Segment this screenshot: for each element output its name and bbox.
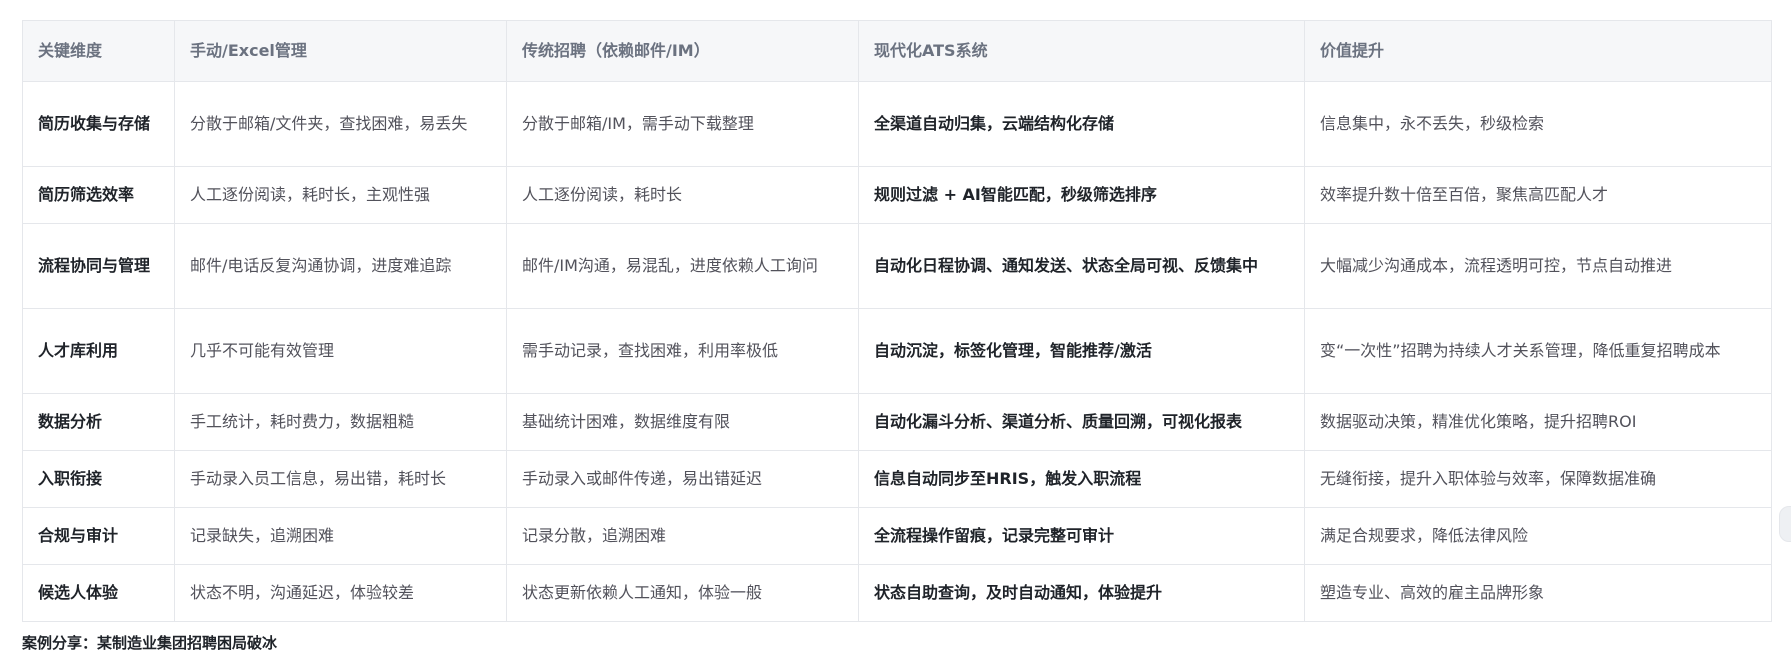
manual-cell: 手动录入员工信息，易出错，耗时长	[174, 450, 507, 508]
comparison-table-container: 关键维度 手动/Excel管理 传统招聘（依赖邮件/IM） 现代化ATS系统 价…	[22, 20, 1772, 622]
comparison-table: 关键维度 手动/Excel管理 传统招聘（依赖邮件/IM） 现代化ATS系统 价…	[22, 20, 1772, 622]
ats-cell: 自动化漏斗分析、渠道分析、质量回溯，可视化报表	[858, 393, 1305, 451]
row-dimension: 人才库利用	[22, 308, 175, 394]
ats-cell: 信息自动同步至HRIS，触发入职流程	[858, 450, 1305, 508]
ats-cell: 自动化日程协调、通知发送、状态全局可视、反馈集中	[858, 223, 1305, 309]
value-cell: 效率提升数十倍至百倍，聚焦高匹配人才	[1304, 166, 1772, 224]
row-dimension: 简历收集与存储	[22, 81, 175, 167]
header-row: 关键维度 手动/Excel管理 传统招聘（依赖邮件/IM） 现代化ATS系统 价…	[22, 20, 1772, 82]
table-row: 合规与审计 记录缺失，追溯困难 记录分散，追溯困难 全流程操作留痕，记录完整可审…	[22, 507, 1772, 565]
ats-cell: 状态自助查询，及时自动通知，体验提升	[858, 564, 1305, 622]
row-dimension: 数据分析	[22, 393, 175, 451]
table-row: 流程协同与管理 邮件/电话反复沟通协调，进度难追踪 邮件/IM沟通，易混乱，进度…	[22, 223, 1772, 309]
table-row: 候选人体验 状态不明，沟通延迟，体验较差 状态更新依赖人工通知，体验一般 状态自…	[22, 564, 1772, 622]
manual-cell: 记录缺失，追溯困难	[174, 507, 507, 565]
side-panel-toggle[interactable]	[1779, 506, 1791, 542]
row-dimension: 入职衔接	[22, 450, 175, 508]
ats-cell: 全流程操作留痕，记录完整可审计	[858, 507, 1305, 565]
header-manual-excel: 手动/Excel管理	[174, 20, 507, 82]
value-cell: 塑造专业、高效的雇主品牌形象	[1304, 564, 1772, 622]
value-cell: 变“一次性”招聘为持续人才关系管理，降低重复招聘成本	[1304, 308, 1772, 394]
value-cell: 数据驱动决策，精准优化策略，提升招聘ROI	[1304, 393, 1772, 451]
table-row: 人才库利用 几乎不可能有效管理 需手动记录，查找困难，利用率极低 自动沉淀，标签…	[22, 308, 1772, 394]
manual-cell: 几乎不可能有效管理	[174, 308, 507, 394]
table-header: 关键维度 手动/Excel管理 传统招聘（依赖邮件/IM） 现代化ATS系统 价…	[22, 20, 1772, 82]
row-dimension: 候选人体验	[22, 564, 175, 622]
header-value: 价值提升	[1304, 20, 1772, 82]
traditional-cell: 记录分散，追溯困难	[506, 507, 859, 565]
table-row: 简历筛选效率 人工逐份阅读，耗时长，主观性强 人工逐份阅读，耗时长 规则过滤 +…	[22, 166, 1772, 224]
traditional-cell: 基础统计困难，数据维度有限	[506, 393, 859, 451]
header-traditional: 传统招聘（依赖邮件/IM）	[506, 20, 859, 82]
value-cell: 大幅减少沟通成本，流程透明可控，节点自动推进	[1304, 223, 1772, 309]
value-cell: 无缝衔接，提升入职体验与效率，保障数据准确	[1304, 450, 1772, 508]
traditional-cell: 需手动记录，查找困难，利用率极低	[506, 308, 859, 394]
header-modern-ats: 现代化ATS系统	[858, 20, 1305, 82]
table-row: 数据分析 手工统计，耗时费力，数据粗糙 基础统计困难，数据维度有限 自动化漏斗分…	[22, 393, 1772, 451]
header-dimension: 关键维度	[22, 20, 175, 82]
manual-cell: 手工统计，耗时费力，数据粗糙	[174, 393, 507, 451]
ats-cell: 规则过滤 + AI智能匹配，秒级筛选排序	[858, 166, 1305, 224]
section-caption: 案例分享：某制造业集团招聘困局破冰	[22, 634, 278, 652]
row-dimension: 简历筛选效率	[22, 166, 175, 224]
traditional-cell: 分散于邮箱/IM，需手动下载整理	[506, 81, 859, 167]
traditional-cell: 状态更新依赖人工通知，体验一般	[506, 564, 859, 622]
table-row: 入职衔接 手动录入员工信息，易出错，耗时长 手动录入或邮件传递，易出错延迟 信息…	[22, 450, 1772, 508]
table-body: 简历收集与存储 分散于邮箱/文件夹，查找困难，易丢失 分散于邮箱/IM，需手动下…	[22, 81, 1772, 622]
value-cell: 信息集中，永不丢失，秒级检索	[1304, 81, 1772, 167]
traditional-cell: 手动录入或邮件传递，易出错延迟	[506, 450, 859, 508]
manual-cell: 状态不明，沟通延迟，体验较差	[174, 564, 507, 622]
value-cell: 满足合规要求，降低法律风险	[1304, 507, 1772, 565]
manual-cell: 邮件/电话反复沟通协调，进度难追踪	[174, 223, 507, 309]
traditional-cell: 人工逐份阅读，耗时长	[506, 166, 859, 224]
row-dimension: 合规与审计	[22, 507, 175, 565]
manual-cell: 分散于邮箱/文件夹，查找困难，易丢失	[174, 81, 507, 167]
manual-cell: 人工逐份阅读，耗时长，主观性强	[174, 166, 507, 224]
ats-cell: 全渠道自动归集，云端结构化存储	[858, 81, 1305, 167]
traditional-cell: 邮件/IM沟通，易混乱，进度依赖人工询问	[506, 223, 859, 309]
row-dimension: 流程协同与管理	[22, 223, 175, 309]
ats-cell: 自动沉淀，标签化管理，智能推荐/激活	[858, 308, 1305, 394]
table-row: 简历收集与存储 分散于邮箱/文件夹，查找困难，易丢失 分散于邮箱/IM，需手动下…	[22, 81, 1772, 167]
